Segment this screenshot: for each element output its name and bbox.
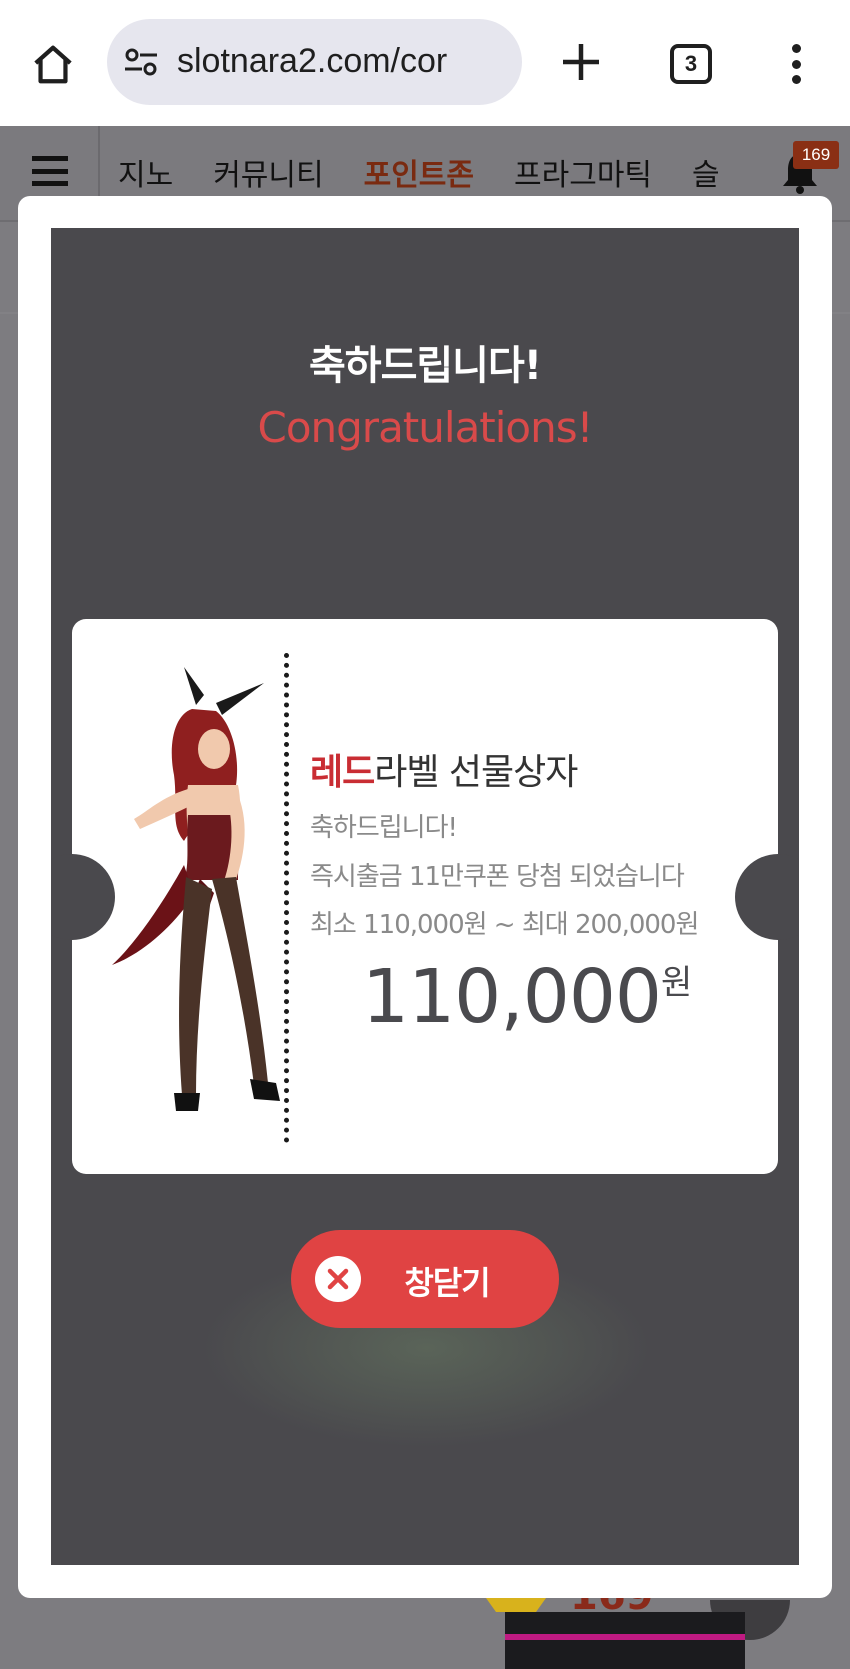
star-icon xyxy=(486,1598,546,1612)
prize-amount: 110,000원 xyxy=(362,954,692,1040)
modal-title: 축하드립니다! xyxy=(308,343,542,389)
prize-amount-value: 110,000 xyxy=(362,954,662,1040)
prize-title-highlight: 레드 xyxy=(310,752,375,793)
prize-ticket: 레드라벨 선물상자 축하드립니다! 즉시출금 11만쿠폰 당첨 되었습니다 최소… xyxy=(51,619,799,1174)
new-tab-icon[interactable] xyxy=(555,36,607,88)
prize-range: 최소 110,000원 ~ 최대 200,000원 xyxy=(310,910,699,940)
prize-modal-panel: 축하드립니다! Congratulations! 레드라벨 선물상자 축하드립니… xyxy=(51,228,799,1565)
tab-count: 3 xyxy=(684,51,698,76)
nav-item-slot[interactable]: 슬 xyxy=(692,150,720,194)
hamburger-menu-icon[interactable] xyxy=(32,156,68,186)
nav-items: 지노 커뮤니티 포인트존 프라그마틱 슬 xyxy=(118,150,720,194)
close-window-button[interactable]: 창닫기 xyxy=(291,1230,559,1328)
nav-item-pragmatic[interactable]: 프라그마틱 xyxy=(514,150,652,194)
modal-subtitle: Congratulations! xyxy=(257,403,594,452)
browser-menu-button[interactable] xyxy=(780,40,812,88)
nav-item-community[interactable]: 커뮤니티 xyxy=(213,150,323,194)
address-bar[interactable]: slotnara2.com/cor xyxy=(107,19,522,105)
ticket-notch-right xyxy=(735,854,799,940)
prize-message-line1: 축하드립니다! xyxy=(310,813,458,843)
site-settings-icon[interactable] xyxy=(123,46,159,78)
prize-title-rest: 라벨 선물상자 xyxy=(374,752,578,793)
url-text[interactable]: slotnara2.com/cor xyxy=(177,42,447,81)
menu-dot xyxy=(791,75,801,84)
browser-toolbar: slotnara2.com/cor 3 xyxy=(0,0,850,126)
prize-message-line2: 즉시출금 11만쿠폰 당첨 되었습니다 xyxy=(310,862,685,892)
home-button[interactable] xyxy=(26,38,80,92)
prize-title: 레드라벨 선물상자 xyxy=(310,743,578,795)
tab-switcher-button[interactable]: 3 xyxy=(670,44,712,84)
home-icon xyxy=(34,45,72,84)
close-button-label: 창닫기 xyxy=(404,1264,490,1302)
character-illustration xyxy=(112,667,280,1111)
gift-box-image xyxy=(505,1612,745,1669)
notification-badge: 169 xyxy=(793,141,839,169)
menu-dot xyxy=(791,59,801,69)
nav-item-zino[interactable]: 지노 xyxy=(118,150,173,194)
prize-amount-unit: 원 xyxy=(661,963,693,1003)
nav-item-pointzone[interactable]: 포인트존 xyxy=(364,150,474,194)
menu-dot xyxy=(791,44,801,53)
